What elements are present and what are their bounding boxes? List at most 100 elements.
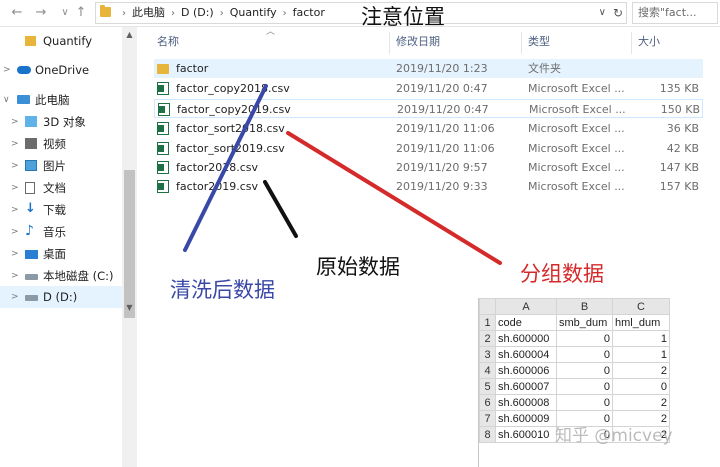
refresh-icon[interactable]: ↻	[613, 3, 623, 23]
sidebar-item-this-pc[interactable]: ∨ 此电脑	[3, 89, 120, 111]
cell[interactable]: 0	[556, 394, 613, 411]
cell[interactable]: sh.600000	[495, 330, 557, 347]
scrollbar-thumb[interactable]	[124, 170, 135, 318]
file-row-factor-copy2019[interactable]: factor_copy2019.csv 2019/11/20 0:47 Micr…	[154, 99, 703, 118]
cell[interactable]: 0	[556, 330, 613, 347]
col-header-c[interactable]: C	[612, 298, 670, 315]
sidebar-item-videos[interactable]: > 视频	[11, 133, 120, 155]
column-header-type[interactable]: 类型	[528, 32, 550, 52]
row-header[interactable]: 4	[479, 362, 496, 379]
breadcrumb-this-pc[interactable]: 此电脑	[132, 3, 165, 23]
file-row-factor2018[interactable]: factor2018.csv 2019/11/20 9:57 Microsoft…	[154, 158, 703, 177]
column-header-size[interactable]: 大小	[638, 32, 660, 52]
sidebar-item-desktop[interactable]: > 桌面	[11, 243, 120, 265]
chevron-down-icon[interactable]: ∨	[599, 3, 606, 23]
chevron-right-icon[interactable]: >	[11, 177, 19, 199]
cell[interactable]: 0	[612, 378, 670, 395]
drive-icon	[25, 295, 38, 301]
breadcrumb-quantify[interactable]: Quantify	[230, 3, 277, 23]
breadcrumb-separator: ›	[219, 8, 224, 19]
column-divider[interactable]	[521, 32, 522, 54]
col-header-a[interactable]: A	[495, 298, 557, 315]
row-header[interactable]: 6	[479, 394, 496, 411]
row-header[interactable]: 7	[479, 410, 496, 427]
chevron-right-icon[interactable]: >	[11, 243, 19, 265]
column-header-name[interactable]: 名称	[157, 32, 179, 52]
scroll-down-icon[interactable]: ▼	[122, 303, 137, 312]
file-row-factor-copy2018[interactable]: factor_copy2018.csv 2019/11/20 0:47 Micr…	[154, 79, 703, 98]
breadcrumb-separator: ›	[282, 8, 287, 19]
file-name: factor2018.csv	[176, 161, 259, 174]
sidebar-item-label: 本地磁盘 (C:)	[43, 269, 114, 283]
sidebar-item-local-disk-c[interactable]: > 本地磁盘 (C:)	[11, 265, 120, 287]
cell[interactable]: sh.600010	[495, 426, 557, 443]
sidebar-item-downloads[interactable]: > ↓ 下载	[11, 199, 120, 221]
cell[interactable]: 0	[556, 378, 613, 395]
breadcrumb-d-drive[interactable]: D (D:)	[181, 3, 214, 23]
file-modified: 2019/11/20 0:47	[396, 82, 488, 95]
drive-icon	[25, 274, 38, 280]
sidebar-item-onedrive[interactable]: > OneDrive	[3, 59, 120, 81]
chevron-right-icon[interactable]: >	[11, 286, 19, 308]
row-header[interactable]: 1	[479, 314, 496, 331]
cell[interactable]: sh.600008	[495, 394, 557, 411]
cell[interactable]: sh.600006	[495, 362, 557, 379]
annotation-grouped-data: 分组数据	[520, 262, 604, 286]
file-row-factor-sort2018[interactable]: factor_sort2018.csv 2019/11/20 11:06 Mic…	[154, 119, 703, 138]
sidebar-item-3d-objects[interactable]: > 3D 对象	[11, 111, 120, 133]
scroll-up-icon[interactable]: ▲	[122, 30, 137, 39]
row-header[interactable]: 3	[479, 346, 496, 363]
sort-ascending-icon: ︿	[266, 27, 276, 37]
file-type: Microsoft Excel ...	[528, 180, 625, 193]
chevron-right-icon[interactable]: >	[11, 111, 19, 133]
file-row-factor-sort2019[interactable]: factor_sort2019.csv 2019/11/20 11:06 Mic…	[154, 139, 703, 158]
col-header-b[interactable]: B	[556, 298, 613, 315]
cell[interactable]: 0	[556, 362, 613, 379]
row-header[interactable]: 5	[479, 378, 496, 395]
sidebar-item-music[interactable]: > ♪ 音乐	[11, 221, 120, 243]
row-header[interactable]: 8	[479, 426, 496, 443]
file-type: 文件夹	[528, 62, 561, 75]
sidebar-item-quantify[interactable]: Quantify	[25, 30, 120, 52]
file-row-factor2019[interactable]: factor2019.csv 2019/11/20 9:33 Microsoft…	[154, 177, 703, 196]
chevron-right-icon[interactable]: >	[11, 265, 19, 287]
excel-file-icon	[157, 161, 169, 174]
chevron-right-icon[interactable]: >	[11, 199, 19, 221]
cell[interactable]: code	[495, 314, 557, 331]
breadcrumb-factor[interactable]: factor	[293, 3, 325, 23]
sidebar-item-pictures[interactable]: > 图片	[11, 155, 120, 177]
annotation-raw-data: 原始数据	[316, 255, 400, 279]
cell[interactable]: 1	[612, 346, 670, 363]
annotation-cleaned-data: 清洗后数据	[170, 278, 275, 302]
search-input[interactable]: 搜索"fact...	[632, 2, 718, 24]
chevron-down-icon[interactable]: ∨	[3, 89, 10, 111]
column-header-modified[interactable]: 修改日期	[396, 32, 440, 52]
cell[interactable]: sh.600009	[495, 410, 557, 427]
sidebar-scrollbar[interactable]: ▲ ▼	[122, 27, 137, 467]
sidebar-item-label: 视频	[43, 137, 66, 151]
cell[interactable]: 0	[556, 346, 613, 363]
cell[interactable]: sh.600004	[495, 346, 557, 363]
cell[interactable]: smb_dum	[556, 314, 613, 331]
chevron-right-icon[interactable]: >	[3, 59, 11, 81]
chevron-right-icon[interactable]: >	[11, 133, 19, 155]
chevron-right-icon[interactable]: >	[11, 221, 19, 243]
row-header[interactable]: 2	[479, 330, 496, 347]
file-size: 36 KB	[666, 122, 699, 135]
file-name: factor_copy2018.csv	[176, 82, 290, 95]
column-divider[interactable]	[389, 32, 390, 54]
cell[interactable]: hml_dum	[612, 314, 670, 331]
forward-arrow-icon[interactable]: →	[32, 4, 50, 22]
file-row-factor[interactable]: factor 2019/11/20 1:23 文件夹	[154, 59, 703, 78]
cell[interactable]: 2	[612, 394, 670, 411]
back-arrow-icon[interactable]: ←	[8, 4, 26, 22]
cell[interactable]: 1	[612, 330, 670, 347]
sidebar-item-d-drive[interactable]: > D (D:)	[0, 286, 122, 308]
sidebar-item-label: 此电脑	[35, 93, 70, 107]
sidebar-item-documents[interactable]: > 文档	[11, 177, 120, 199]
cell[interactable]: 2	[612, 362, 670, 379]
chevron-right-icon[interactable]: >	[11, 155, 19, 177]
up-arrow-icon[interactable]: ↑	[72, 4, 90, 22]
column-divider[interactable]	[631, 32, 632, 54]
cell[interactable]: sh.600007	[495, 378, 557, 395]
